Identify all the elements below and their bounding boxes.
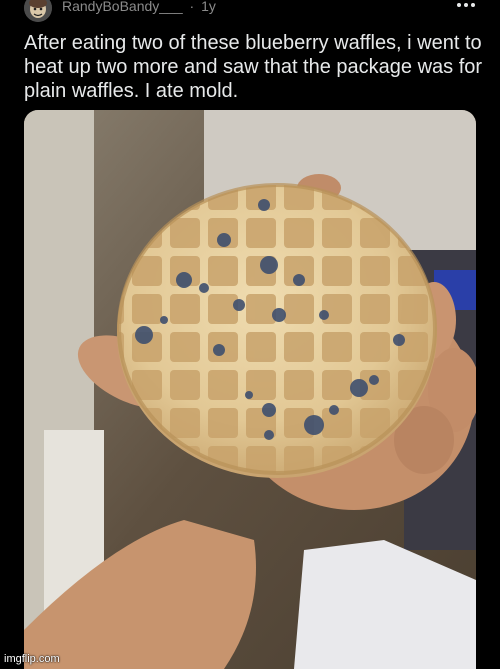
post-meta: RandyBoBandy___ · 1y: [62, 0, 216, 14]
post-header: RandyBoBandy___ · 1y: [0, 0, 500, 24]
post-photo[interactable]: [24, 110, 476, 669]
post-caption: After eating two of these blueberry waff…: [24, 32, 483, 102]
more-horizontal-icon[interactable]: [452, 0, 480, 16]
avatar[interactable]: [24, 0, 52, 22]
watermark: imgflip.com: [4, 653, 60, 665]
post-age: 1y: [201, 0, 216, 14]
username[interactable]: RandyBoBandy___: [62, 0, 183, 14]
avatar-image: [24, 0, 52, 22]
meta-separator: ·: [189, 0, 195, 14]
waffle-photo: [24, 110, 476, 669]
